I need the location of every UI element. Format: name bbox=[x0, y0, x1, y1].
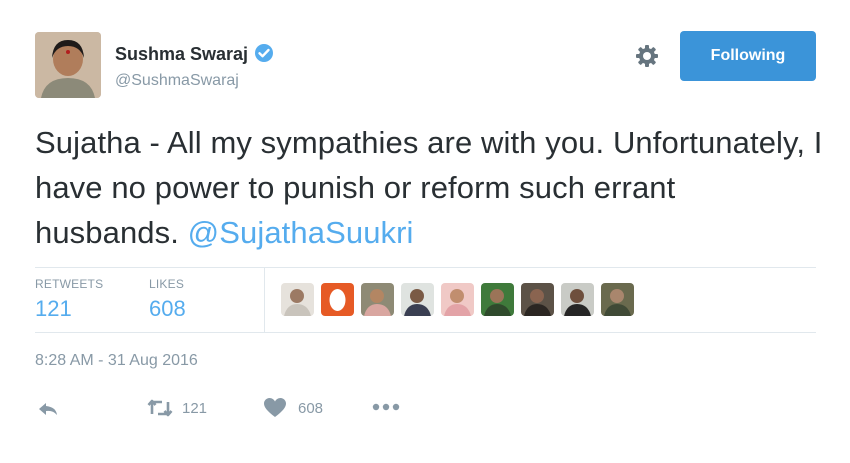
like-button[interactable]: 608 bbox=[263, 397, 323, 419]
retweets-label: RETWEETS bbox=[35, 277, 104, 291]
liker-avatar[interactable] bbox=[521, 283, 554, 316]
liker-avatar[interactable] bbox=[561, 283, 594, 316]
liker-avatar[interactable] bbox=[441, 283, 474, 316]
liker-avatar[interactable] bbox=[281, 283, 314, 316]
following-button[interactable]: Following bbox=[680, 31, 816, 81]
user-handle[interactable]: @SushmaSwaraj bbox=[115, 72, 239, 90]
mention-link[interactable]: @SujathaSuukri bbox=[188, 215, 414, 250]
heart-icon bbox=[263, 397, 287, 419]
liker-avatar[interactable] bbox=[601, 283, 634, 316]
liker-avatar[interactable] bbox=[361, 283, 394, 316]
liker-avatar[interactable] bbox=[481, 283, 514, 316]
divider-bottom bbox=[35, 332, 816, 333]
retweet-button[interactable]: 121 bbox=[147, 396, 207, 420]
display-name[interactable]: Sushma Swaraj bbox=[115, 43, 274, 68]
tweet-body: Sujatha - All my sympathies are with you… bbox=[35, 125, 823, 250]
tweet-text: Sujatha - All my sympathies are with you… bbox=[35, 120, 825, 255]
gear-icon[interactable] bbox=[634, 43, 660, 69]
likers-avatars bbox=[281, 283, 641, 316]
retweet-icon bbox=[147, 396, 173, 420]
likes-count[interactable]: 608 bbox=[149, 296, 186, 322]
verified-badge-icon bbox=[254, 43, 274, 68]
stats-divider bbox=[264, 268, 265, 332]
like-action-count: 608 bbox=[298, 399, 324, 417]
liker-avatar[interactable] bbox=[401, 283, 434, 316]
likes-label: LIKES bbox=[149, 277, 185, 291]
display-name-text[interactable]: Sushma Swaraj bbox=[115, 44, 248, 64]
reply-icon bbox=[37, 398, 59, 420]
more-button[interactable] bbox=[372, 403, 400, 411]
avatar-image bbox=[35, 32, 101, 98]
retweet-action-count: 121 bbox=[182, 399, 208, 417]
liker-avatar-egg[interactable] bbox=[321, 283, 354, 316]
reply-button[interactable] bbox=[37, 398, 59, 420]
more-icon bbox=[372, 403, 400, 411]
divider-top bbox=[35, 267, 816, 268]
timestamp[interactable]: 8:28 AM - 31 Aug 2016 bbox=[35, 352, 198, 370]
retweets-count[interactable]: 121 bbox=[35, 296, 72, 322]
avatar[interactable] bbox=[35, 32, 101, 98]
